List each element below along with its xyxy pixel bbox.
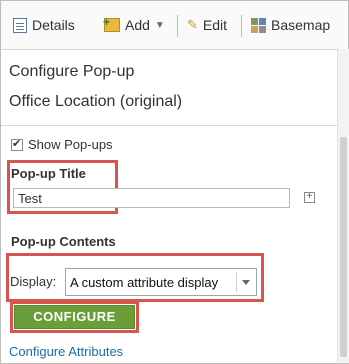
show-popups-label: Show Pop-ups [28, 137, 113, 152]
scrollbar[interactable] [337, 49, 349, 363]
add-field-button[interactable]: + [304, 192, 315, 203]
divider [1, 125, 337, 126]
add-label: Add [125, 17, 150, 33]
details-label: Details [32, 17, 75, 33]
display-select-value: A custom attribute display [70, 275, 219, 290]
toolbar: Details + Add ▼ ✎ Edit Basemap [1, 1, 348, 50]
toolbar-divider [241, 15, 242, 37]
configure-attributes-link[interactable]: Configure Attributes [9, 344, 123, 359]
basemap-label: Basemap [271, 17, 331, 33]
show-popups-checkbox[interactable] [11, 137, 23, 151]
basemap-icon [251, 17, 266, 33]
chevron-down-icon[interactable] [236, 272, 256, 292]
scrollbar-thumb[interactable] [340, 137, 347, 357]
popup-title-input[interactable] [13, 188, 290, 208]
display-select[interactable]: A custom attribute display [65, 268, 257, 296]
popup-contents-label: Pop-up Contents [11, 234, 116, 249]
popup-title-label: Pop-up Title [11, 166, 86, 181]
add-icon: + [103, 16, 120, 32]
layer-name: Office Location (original) [9, 93, 183, 110]
basemap-button[interactable]: Basemap [251, 15, 330, 35]
add-button[interactable]: + Add ▼ [103, 15, 165, 35]
configure-popup-panel: Details + Add ▼ ✎ Edit Basemap Configure… [0, 0, 349, 364]
display-label: Display: [10, 274, 57, 289]
toolbar-divider [177, 15, 178, 37]
details-icon [13, 17, 27, 33]
edit-button[interactable]: ✎ Edit [187, 15, 227, 35]
chevron-down-icon: ▼ [154, 19, 165, 31]
details-button[interactable]: Details [13, 15, 75, 35]
edit-label: Edit [202, 17, 228, 33]
pencil-icon: ✎ [187, 17, 198, 32]
pane-title: Configure Pop-up [9, 63, 135, 80]
show-popups-option[interactable]: Show Pop-ups [11, 137, 113, 152]
configure-button[interactable]: CONFIGURE [14, 305, 135, 329]
